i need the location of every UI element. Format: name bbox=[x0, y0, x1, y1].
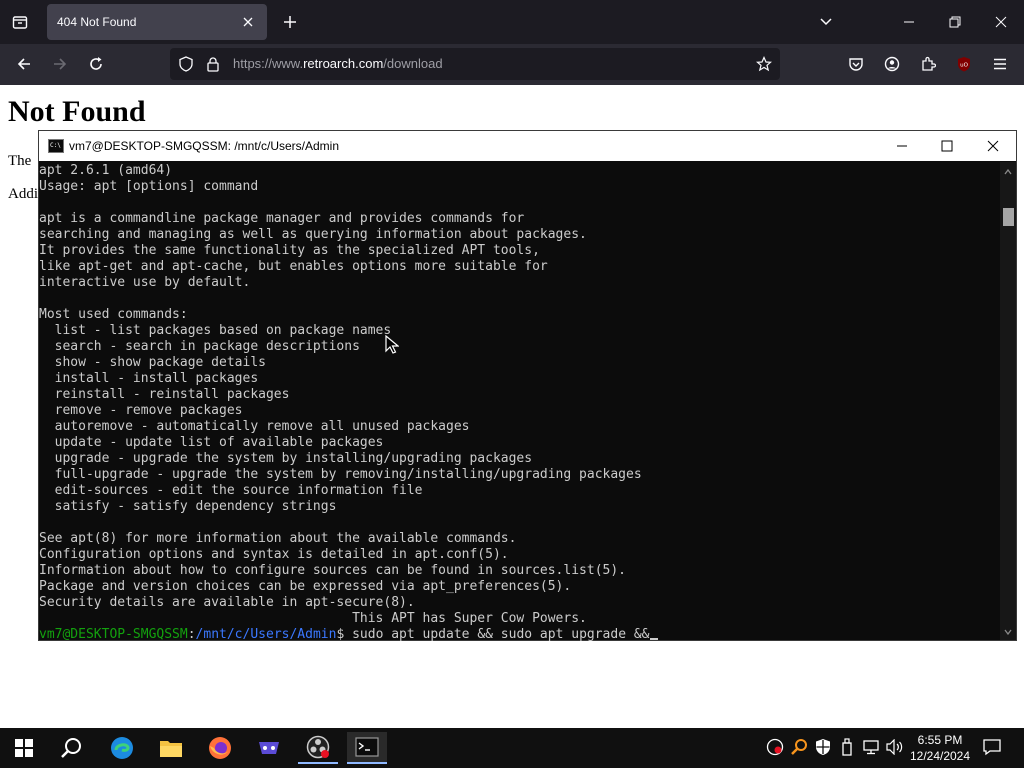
terminal-taskbar-icon[interactable] bbox=[347, 732, 387, 764]
account-icon[interactable] bbox=[880, 52, 904, 76]
tab-title: 404 Not Found bbox=[57, 15, 137, 29]
close-icon[interactable] bbox=[239, 13, 257, 31]
prompt-symbol: $ bbox=[336, 627, 353, 641]
url-host: retroarch.com bbox=[303, 56, 384, 71]
terminal-line: like apt-get and apt-cache, but enables … bbox=[39, 259, 548, 274]
clock-time: 6:55 PM bbox=[917, 733, 963, 747]
lock-icon[interactable] bbox=[206, 56, 220, 77]
terminal-line: search - search in package descriptions bbox=[39, 339, 360, 354]
terminal-line: install - install packages bbox=[39, 371, 259, 386]
prompt-user: vm7@DESKTOP-SMGQSSM bbox=[39, 627, 188, 641]
terminal-line: This APT has Super Cow Powers. bbox=[39, 611, 587, 626]
terminal-line: apt 2.6.1 (amd64) bbox=[39, 163, 173, 178]
terminal-line: Usage: apt [options] command bbox=[39, 179, 259, 194]
terminal-app-icon: C:\ bbox=[48, 139, 64, 153]
url-prefix: https://www. bbox=[233, 56, 304, 71]
url-bar[interactable]: https://www.retroarch.com/download bbox=[170, 48, 780, 80]
search-icon[interactable] bbox=[52, 732, 92, 764]
url-text[interactable]: https://www.retroarch.com/download bbox=[233, 56, 443, 71]
terminal-line: Security details are available in apt-se… bbox=[39, 595, 415, 610]
terminal-line: Most used commands: bbox=[39, 307, 188, 322]
terminal-line: upgrade - upgrade the system by installi… bbox=[39, 451, 533, 466]
terminal-line: Package and version choices can be expre… bbox=[39, 579, 572, 594]
obs-tray-icon[interactable] bbox=[766, 738, 784, 756]
security-shield-icon[interactable] bbox=[814, 738, 832, 756]
terminal-window[interactable]: C:\ vm7@DESKTOP-SMGQSSM: /mnt/c/Users/Ad… bbox=[38, 130, 1017, 641]
terminal-prompt-line[interactable]: vm7@DESKTOP-SMGQSSM:/mnt/c/Users/Admin$ … bbox=[39, 627, 999, 641]
terminal-title: vm7@DESKTOP-SMGQSSM: /mnt/c/Users/Admin bbox=[69, 139, 340, 153]
scroll-up-icon[interactable] bbox=[1000, 164, 1016, 180]
menu-icon[interactable] bbox=[988, 52, 1012, 76]
back-arrow-icon[interactable] bbox=[12, 52, 36, 76]
taskbar: 6:55 PM 12/24/2024 bbox=[0, 728, 1024, 768]
network-icon[interactable] bbox=[862, 738, 880, 756]
terminal-line: interactive use by default. bbox=[39, 275, 251, 290]
terminal-line: Configuration options and syntax is deta… bbox=[39, 547, 509, 562]
restore-icon[interactable] bbox=[943, 10, 967, 34]
page-text-2: Addi bbox=[8, 186, 38, 202]
text-cursor bbox=[649, 638, 658, 640]
terminal-line: show - show package details bbox=[39, 355, 266, 370]
volume-icon[interactable] bbox=[886, 738, 904, 756]
prompt-path: /mnt/c/Users/Admin bbox=[195, 627, 337, 641]
terminal-line: full-upgrade - upgrade the system by rem… bbox=[39, 467, 642, 482]
tab-active[interactable]: 404 Not Found bbox=[47, 4, 267, 40]
mouse-pointer-icon bbox=[385, 335, 399, 354]
forward-arrow-icon[interactable] bbox=[48, 52, 72, 76]
terminal-line: update - update list of available packag… bbox=[39, 435, 384, 450]
scroll-down-icon[interactable] bbox=[1000, 624, 1016, 640]
ublock-origin-icon[interactable]: uO bbox=[952, 52, 976, 76]
terminal-titlebar[interactable]: C:\ vm7@DESKTOP-SMGQSSM: /mnt/c/Users/Ad… bbox=[39, 131, 1016, 161]
page-heading: Not Found bbox=[8, 95, 146, 128]
extensions-icon[interactable] bbox=[916, 52, 940, 76]
terminal-line: It provides the same functionality as th… bbox=[39, 243, 540, 258]
firefox-icon[interactable] bbox=[200, 732, 240, 764]
tab-list-icon[interactable] bbox=[8, 10, 32, 34]
terminal-line: Information about how to configure sourc… bbox=[39, 563, 626, 578]
terminal-line: remove - remove packages bbox=[39, 403, 243, 418]
page-text-1: The bbox=[8, 153, 32, 169]
command-input: sudo apt update && sudo apt upgrade && bbox=[352, 627, 650, 641]
file-explorer-icon[interactable] bbox=[151, 732, 191, 764]
terminal-output[interactable]: apt 2.6.1 (amd64) Usage: apt [options] co… bbox=[39, 163, 999, 641]
minimize-icon[interactable] bbox=[897, 10, 921, 34]
retroarch-icon[interactable] bbox=[249, 732, 289, 764]
close-window-icon[interactable] bbox=[989, 10, 1013, 34]
terminal-scrollbar[interactable] bbox=[1000, 162, 1016, 640]
edge-browser-icon[interactable] bbox=[102, 732, 142, 764]
browser-nav-bar: https://www.retroarch.com/download uO bbox=[0, 44, 1024, 85]
clock-date: 12/24/2024 bbox=[909, 749, 971, 763]
pocket-icon[interactable] bbox=[844, 52, 868, 76]
url-path: /download bbox=[383, 56, 443, 71]
terminal-line: satisfy - satisfy dependency strings bbox=[39, 499, 337, 514]
usb-device-icon[interactable] bbox=[838, 738, 856, 756]
terminal-line: searching and managing as well as queryi… bbox=[39, 227, 587, 242]
chevron-down-icon[interactable] bbox=[814, 10, 838, 34]
obs-icon[interactable] bbox=[298, 732, 338, 764]
svg-text:uO: uO bbox=[960, 63, 968, 69]
terminal-line: See apt(8) for more information about th… bbox=[39, 531, 517, 546]
new-tab-plus-icon[interactable] bbox=[278, 10, 302, 34]
terminal-line: list - list packages based on package na… bbox=[39, 323, 392, 338]
notification-icon[interactable] bbox=[983, 738, 1001, 756]
close-icon[interactable] bbox=[983, 136, 1003, 156]
bookmark-star-icon[interactable] bbox=[755, 56, 773, 77]
scroll-thumb[interactable] bbox=[1003, 208, 1014, 226]
reload-icon[interactable] bbox=[84, 52, 108, 76]
windows-start-icon[interactable] bbox=[4, 732, 44, 764]
terminal-line: reinstall - reinstall packages bbox=[39, 387, 290, 402]
prompt-separator: : bbox=[187, 627, 196, 641]
terminal-line: autoremove - automatically remove all un… bbox=[39, 419, 470, 434]
shield-icon[interactable] bbox=[178, 56, 194, 77]
minimize-icon[interactable] bbox=[892, 136, 912, 156]
terminal-line: edit-sources - edit the source informati… bbox=[39, 483, 423, 498]
taskbar-clock[interactable]: 6:55 PM 12/24/2024 bbox=[908, 732, 972, 764]
search-tray-icon[interactable] bbox=[790, 738, 808, 756]
terminal-line: apt is a commandline package manager and… bbox=[39, 211, 525, 226]
browser-tab-bar: 404 Not Found bbox=[0, 0, 1024, 44]
maximize-icon[interactable] bbox=[937, 136, 957, 156]
